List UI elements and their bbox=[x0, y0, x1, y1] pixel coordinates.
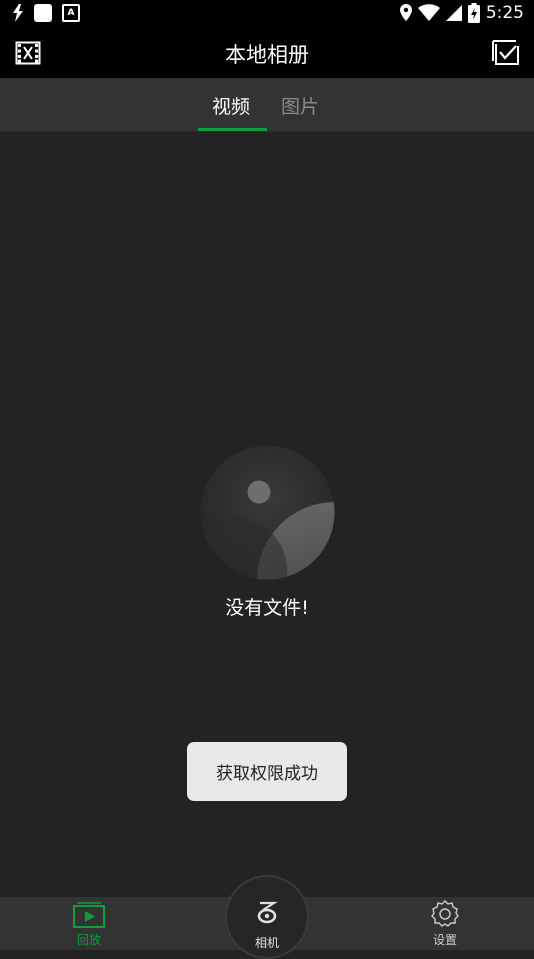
app-square-icon bbox=[34, 4, 52, 22]
status-right-icons: 5:25 bbox=[399, 3, 524, 23]
nav-label-playback: 回放 bbox=[76, 933, 101, 947]
nav-item-playback[interactable]: 回放 bbox=[44, 897, 134, 950]
location-icon bbox=[399, 4, 412, 21]
app-bar: 本地相册 bbox=[0, 28, 534, 78]
toast-message: 获取权限成功 bbox=[187, 742, 347, 801]
signal-icon bbox=[445, 5, 462, 21]
wifi-icon bbox=[417, 4, 440, 21]
tab-video[interactable]: 视频 bbox=[212, 92, 250, 119]
page-title: 本地相册 bbox=[225, 43, 309, 67]
nav-label-settings: 设置 bbox=[432, 933, 457, 947]
status-bar: A 5:25 bbox=[0, 0, 534, 28]
empty-media-icon bbox=[200, 445, 335, 580]
settings-gear-icon bbox=[431, 900, 459, 927]
status-left-icons: A bbox=[12, 4, 80, 22]
tab-indicator bbox=[198, 128, 267, 131]
camera-brand-icon bbox=[257, 901, 278, 924]
nav-item-settings[interactable]: 设置 bbox=[400, 897, 490, 950]
toast-text: 获取权限成功 bbox=[216, 764, 318, 784]
flash-icon bbox=[13, 4, 23, 22]
empty-message: 没有文件! bbox=[225, 597, 309, 619]
checkbox-icon[interactable] bbox=[492, 40, 520, 66]
tab-bar: 视频 图片 bbox=[0, 78, 534, 132]
a-badge-icon: A bbox=[62, 4, 80, 22]
nav-item-camera[interactable]: 相机 bbox=[225, 875, 309, 959]
tab-pictures[interactable]: 图片 bbox=[281, 92, 319, 119]
playback-icon bbox=[73, 902, 105, 928]
status-time: 5:25 bbox=[485, 3, 524, 23]
battery-icon bbox=[467, 3, 480, 23]
nav-label-camera: 相机 bbox=[254, 936, 279, 950]
